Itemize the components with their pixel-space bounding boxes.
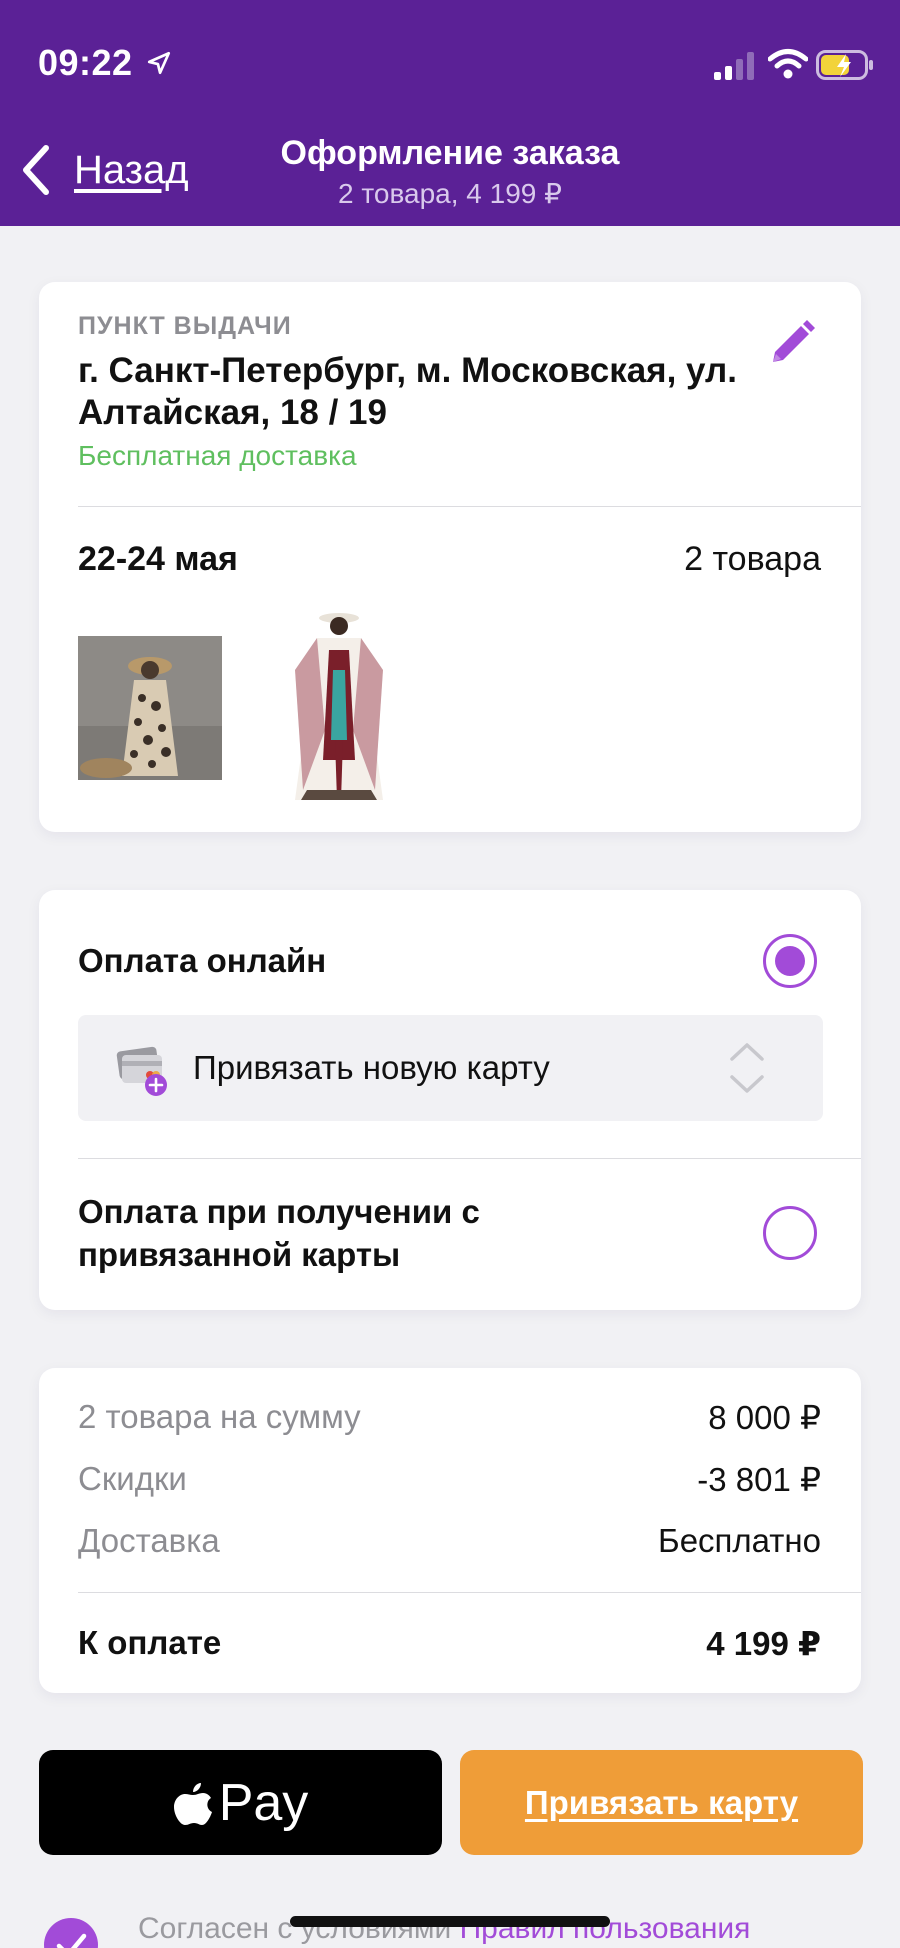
pickup-address: г. Санкт-Петербург, м. Московская, ул. А… bbox=[78, 351, 738, 432]
chevron-left-icon bbox=[23, 145, 49, 195]
header-title-block: Оформление заказа 2 товара, 4 199 ₽ bbox=[220, 134, 680, 210]
home-indicator bbox=[290, 1916, 610, 1927]
total-value: 4 199 ₽ bbox=[706, 1625, 821, 1662]
summary-row-label: 2 товара на сумму bbox=[78, 1398, 361, 1435]
pay-online-radio[interactable] bbox=[763, 934, 817, 988]
divider bbox=[78, 1592, 861, 1593]
pay-on-receive-radio[interactable] bbox=[763, 1206, 817, 1260]
bind-card-label: Привязать карту bbox=[524, 1783, 799, 1821]
location-arrow-icon bbox=[147, 51, 171, 75]
header: 09:22 Назад Оформление заказа 2 товара, … bbox=[0, 0, 900, 226]
items-count: 2 товара bbox=[684, 540, 821, 578]
pencil-icon[interactable] bbox=[763, 316, 819, 372]
signal-icon bbox=[714, 52, 754, 80]
check-icon bbox=[56, 1933, 87, 1948]
product-thumbnail[interactable] bbox=[78, 636, 222, 780]
pay-online-label: Оплата онлайн bbox=[78, 942, 327, 979]
summary-row-label: Доставка bbox=[78, 1522, 220, 1559]
chevron-up-down-icon bbox=[730, 1043, 764, 1093]
agreement-checkbox[interactable] bbox=[44, 1918, 98, 1948]
total-row: К оплате 4 199 ₽ bbox=[78, 1624, 821, 1663]
status-bar: 09:22 bbox=[0, 0, 900, 130]
total-label: К оплате bbox=[78, 1624, 222, 1661]
summary-row-label: Скидки bbox=[78, 1460, 187, 1497]
add-card-icon bbox=[116, 1046, 167, 1096]
order-summary-card: 2 товара на сумму 8 000 ₽ Скидки -3 801 … bbox=[39, 1368, 861, 1693]
pickup-point-label: ПУНКТ ВЫДАЧИ bbox=[78, 312, 292, 340]
delivery-date: 22-24 мая bbox=[78, 540, 238, 578]
apple-logo-icon bbox=[173, 1782, 212, 1825]
summary-row-value: -3 801 ₽ bbox=[697, 1461, 821, 1498]
page-subtitle: 2 товара, 4 199 ₽ bbox=[338, 178, 562, 209]
card-selector[interactable]: Привязать новую карту bbox=[78, 1015, 823, 1121]
summary-row: Скидки -3 801 ₽ bbox=[78, 1460, 821, 1499]
payment-card: Оплата онлайн Привязать новую карту Опла… bbox=[39, 890, 861, 1310]
summary-row: 2 товара на сумму 8 000 ₽ bbox=[78, 1398, 821, 1437]
divider bbox=[78, 1158, 861, 1159]
apple-pay-label: Pay bbox=[218, 1773, 309, 1832]
apple-pay-button[interactable]: Pay bbox=[39, 1750, 442, 1855]
page-title: Оформление заказа bbox=[280, 134, 620, 172]
delivery-card: ПУНКТ ВЫДАЧИ г. Санкт-Петербург, м. Моск… bbox=[39, 282, 861, 832]
summary-row-value: Бесплатно bbox=[658, 1522, 821, 1559]
battery-icon bbox=[816, 50, 873, 80]
bind-card-button[interactable]: Привязать карту bbox=[460, 1750, 863, 1855]
summary-row-value: 8 000 ₽ bbox=[708, 1399, 821, 1436]
pay-on-receive-label: Оплата при получении с привязанной карты bbox=[78, 1193, 480, 1273]
summary-row: Доставка Бесплатно bbox=[78, 1522, 821, 1560]
status-time: 09:22 bbox=[38, 42, 133, 83]
divider bbox=[78, 506, 861, 507]
back-button[interactable]: Назад bbox=[18, 140, 189, 200]
free-delivery-note: Бесплатная доставка bbox=[78, 440, 357, 471]
wifi-icon bbox=[768, 49, 808, 79]
back-label: Назад bbox=[74, 147, 189, 192]
card-selector-label: Привязать новую карту bbox=[193, 1049, 550, 1086]
product-thumbnail[interactable] bbox=[267, 610, 411, 802]
